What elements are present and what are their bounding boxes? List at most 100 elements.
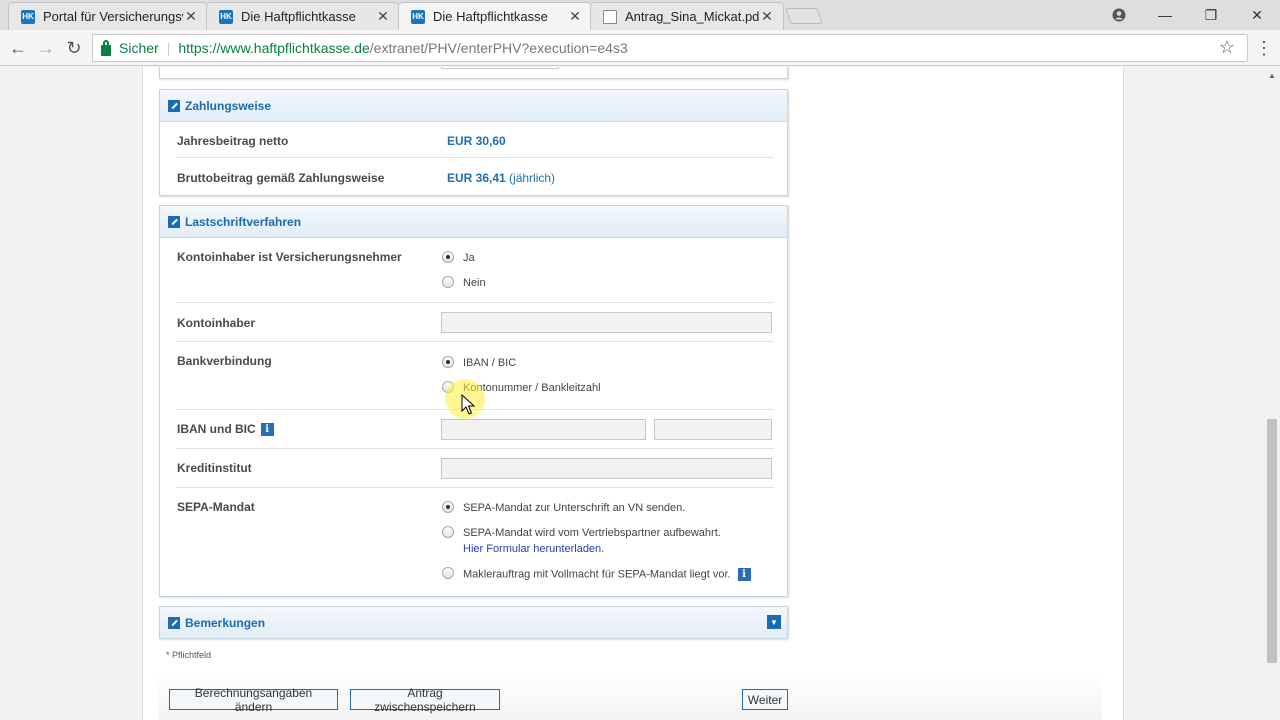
scrollbar-thumb[interactable] — [1267, 419, 1277, 663]
radio-selected-icon[interactable] — [442, 356, 454, 368]
mouse-pointer-icon — [461, 394, 475, 415]
sepa-mandat-row: SEPA-Mandat SEPA-Mandat zur Unterschrift… — [176, 488, 774, 596]
new-tab-button[interactable] — [785, 8, 823, 24]
close-icon[interactable]: ✕ — [567, 8, 583, 25]
radio-nein[interactable]: Nein — [442, 276, 486, 290]
reload-icon[interactable]: ↻ — [62, 36, 86, 60]
radio-selected-icon[interactable] — [442, 251, 454, 263]
tab-haftpflichtkasse-1[interactable]: HK Die Haftpflichtkasse ✕ — [206, 2, 400, 30]
lock-icon — [101, 39, 111, 56]
tab-title: Die Haftpflichtkasse — [433, 9, 548, 24]
url-path: /extranet/PHV/enterPHV?execution=e4s3 — [369, 40, 628, 56]
row-label: IBAN und BIC i — [177, 422, 274, 437]
weiter-button[interactable]: Weiter — [742, 689, 788, 710]
info-icon[interactable]: i — [737, 568, 751, 581]
page-scrollbar[interactable]: ▲ — [1264, 67, 1280, 720]
close-icon[interactable]: ✕ — [183, 8, 199, 25]
address-toolbar: ← → ↻ Sicher | https://www.haftpflichtka… — [0, 30, 1280, 66]
url-host: https://www.haftpflichtkasse.de — [178, 40, 370, 56]
radio-label-group: SEPA-Mandat wird vom Vertriebspartner au… — [463, 527, 721, 556]
panel-header: Zahlungsweise — [160, 90, 787, 122]
zahlungsweise-panel: Zahlungsweise Jahresbeitrag netto EUR 30… — [159, 89, 788, 196]
amount: EUR 36,41 — [447, 171, 506, 185]
radio-label: Ja — [463, 252, 475, 264]
panel-title: Lastschriftverfahren — [185, 214, 302, 229]
browser-tab-bar: HK Portal für Versicherungsv ✕ HK Die Ha… — [0, 0, 1280, 30]
antrag-zwischenspeichern-button[interactable]: Antrag zwischenspeichern — [350, 686, 500, 714]
radio-sepa-vn[interactable]: SEPA-Mandat zur Unterschrift an VN sende… — [442, 501, 685, 515]
interval: (jährlich) — [509, 171, 556, 185]
forward-arrow-icon[interactable]: → — [34, 36, 58, 60]
tab-pdf[interactable]: Antrag_Sina_Mickat.pdf ✕ — [590, 2, 784, 30]
row-value: EUR 36,41 (jährlich) — [447, 171, 555, 185]
tab-title: Portal für Versicherungsv — [43, 9, 183, 24]
profile-icon[interactable] — [1096, 0, 1142, 30]
bookmark-star-icon[interactable]: ☆ — [1219, 37, 1235, 58]
tab-title: Die Haftpflichtkasse — [241, 9, 356, 24]
bic-input[interactable] — [654, 419, 772, 440]
separator: | — [166, 40, 171, 56]
browser-menu-icon[interactable]: ⋮ — [1254, 36, 1274, 60]
panel-title: Zahlungsweise — [185, 98, 272, 113]
bruttobeitrag-row: Bruttobeitrag gemäß Zahlungsweise EUR 36… — [176, 158, 774, 196]
close-icon[interactable]: ✕ — [759, 8, 775, 25]
berechnungsangaben-aendern-button[interactable]: Berechnungsangaben ändern — [169, 686, 338, 714]
page-viewport: Zahlungsweise Jahresbeitrag netto EUR 30… — [0, 67, 1264, 720]
scroll-up-arrow-icon[interactable]: ▲ — [1268, 71, 1276, 80]
kreditinstitut-input[interactable] — [441, 458, 772, 479]
radio-unselected-icon[interactable] — [442, 276, 454, 288]
kontoinhaber-row: Kontoinhaber — [176, 303, 774, 342]
kontoinhaber-input[interactable] — [441, 312, 772, 333]
radio-label-group: Maklerauftrag mit Vollmacht für SEPA-Man… — [463, 568, 751, 581]
bemerkungen-panel[interactable]: Bemerkungen ▼ — [159, 606, 788, 639]
iban-input[interactable] — [441, 419, 646, 440]
radio-label: SEPA-Mandat zur Unterschrift an VN sende… — [463, 502, 686, 514]
back-arrow-icon[interactable]: ← — [6, 36, 30, 60]
kreditinstitut-row: Kreditinstitut — [176, 449, 774, 488]
radio-ja[interactable]: Ja — [442, 251, 475, 265]
panel-header[interactable]: Bemerkungen ▼ — [160, 607, 787, 639]
edit-icon[interactable] — [168, 215, 180, 228]
minimize-icon[interactable]: — — [1142, 0, 1188, 30]
document-icon — [603, 9, 617, 24]
hk-favicon-icon: HK — [21, 9, 35, 24]
radio-label: IBAN / BIC — [463, 357, 517, 369]
row-value: EUR 30,60 — [447, 134, 506, 148]
row-label: Kreditinstitut — [177, 461, 252, 475]
radio-selected-icon[interactable] — [442, 501, 454, 513]
formular-download-link[interactable]: Hier Formular herunterladen. — [463, 543, 721, 556]
iban-bic-label: IBAN und BIC — [177, 422, 256, 436]
amount: EUR 30,60 — [447, 134, 506, 148]
hk-favicon-icon: HK — [219, 9, 233, 24]
jahresbeitrag-row: Jahresbeitrag netto EUR 30,60 — [176, 122, 774, 158]
panel-title: Bemerkungen — [185, 615, 266, 630]
edit-icon[interactable] — [168, 616, 180, 629]
tab-title: Antrag_Sina_Mickat.pdf — [625, 9, 759, 24]
row-label: Jahresbeitrag netto — [177, 134, 289, 148]
radio-unselected-icon[interactable] — [442, 567, 454, 579]
radio-sepa-vertriebspartner[interactable]: SEPA-Mandat wird vom Vertriebspartner au… — [442, 526, 721, 556]
row-label: Kontoinhaber ist Versicherungsnehmer — [177, 250, 402, 264]
radio-label: Nein — [463, 277, 486, 289]
tab-portal[interactable]: HK Portal für Versicherungsv ✕ — [8, 2, 208, 30]
radio-maklerauftrag[interactable]: Maklerauftrag mit Vollmacht für SEPA-Man… — [442, 567, 751, 581]
secure-label: Sicher — [119, 40, 159, 56]
hk-favicon-icon: HK — [411, 9, 425, 24]
radio-label: SEPA-Mandat wird vom Vertriebspartner au… — [463, 527, 721, 539]
info-icon[interactable]: i — [260, 423, 274, 437]
restore-icon[interactable]: ❐ — [1188, 0, 1234, 30]
expand-chevron-icon[interactable]: ▼ — [767, 615, 781, 629]
radio-iban-bic[interactable]: IBAN / BIC — [442, 356, 516, 370]
panel-header: Lastschriftverfahren — [160, 206, 787, 238]
close-icon[interactable]: ✕ — [375, 8, 391, 25]
row-label: Bankverbindung — [177, 354, 272, 368]
pflichtfeld-note: * Pflichtfeld — [166, 650, 212, 660]
window-close-icon[interactable]: ✕ — [1234, 0, 1280, 30]
edit-icon[interactable] — [168, 99, 180, 112]
row-label: Bruttobeitrag gemäß Zahlungsweise — [177, 171, 385, 185]
radio-label: Maklerauftrag mit Vollmacht für SEPA-Man… — [463, 568, 731, 581]
tab-haftpflichtkasse-active[interactable]: HK Die Haftpflichtkasse ✕ — [398, 2, 592, 30]
previous-panel-edge — [159, 67, 788, 79]
radio-unselected-icon[interactable] — [442, 526, 454, 538]
address-bar[interactable]: Sicher | https://www.haftpflichtkasse.de… — [92, 34, 1248, 62]
